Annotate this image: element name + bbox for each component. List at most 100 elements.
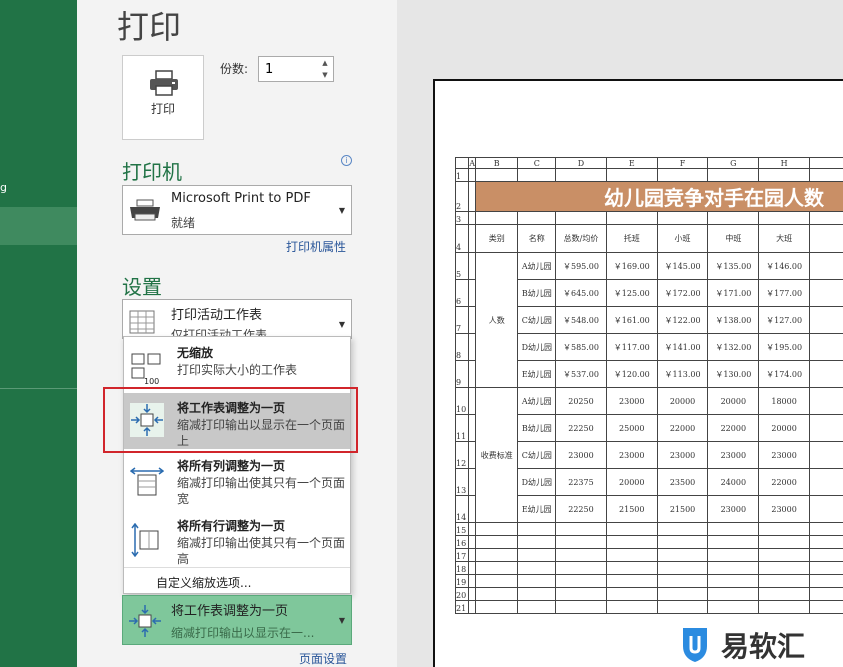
table-cell: 23500 — [656, 468, 709, 496]
no-scaling-icon: 100 — [131, 353, 161, 385]
copies-label: 份数: — [220, 62, 249, 76]
spin-down-icon[interactable]: ▼ — [318, 70, 332, 81]
scaling-option-desc: 缩减打印输出使其只有一个页面宽 — [177, 476, 346, 506]
printer-dropdown[interactable]: Microsoft Print to PDF 就绪 ▼ — [122, 185, 352, 235]
sheet-row: 1 — [454, 168, 843, 182]
blank-cell — [555, 522, 607, 536]
blank-cell — [475, 561, 519, 575]
blank-cell — [656, 561, 709, 575]
fit-rows-icon — [131, 523, 159, 557]
highlight-box — [103, 387, 358, 453]
blank-cell — [656, 168, 709, 182]
table-cell: 21500 — [605, 495, 658, 523]
blank-cell — [809, 561, 843, 575]
blank-cell — [707, 600, 760, 614]
table-cell: ￥177.00 — [758, 279, 810, 307]
column-header-row: A B C D E F G H — [454, 157, 843, 169]
blank-cell — [555, 574, 607, 588]
scaling-option-title: 将所有行调整为一页 — [177, 519, 286, 533]
blank-cell — [605, 211, 658, 225]
table-cell: ￥117.00 — [605, 333, 658, 361]
table-header-cell: 类别 — [475, 224, 519, 253]
settings-heading: 设置 — [122, 275, 162, 299]
table-cell: 22375 — [555, 468, 607, 496]
custom-scaling-options[interactable]: 自定义缩放选项... — [156, 574, 251, 591]
blank-cell — [707, 587, 760, 601]
table-header-cell: 小班 — [656, 224, 709, 253]
blank-cell — [468, 252, 477, 280]
sheet-row: 2 幼儿园竞争对手在园人数 — [454, 181, 843, 212]
blank-cell — [656, 211, 709, 225]
blank-cell — [475, 574, 519, 588]
printer-properties-link[interactable]: 打印机属性 — [286, 238, 346, 255]
table-cell: ￥645.00 — [555, 279, 607, 307]
table-cell: 22250 — [555, 495, 607, 523]
table-cell: B幼儿园 — [517, 279, 557, 307]
blank-cell — [517, 535, 557, 549]
group-label: 人数 — [475, 252, 519, 388]
spin-up-icon[interactable]: ▲ — [318, 58, 332, 69]
blank-cell — [555, 168, 607, 182]
page-setup-link[interactable]: 页面设置 — [299, 650, 347, 667]
table-cell: 20000 — [707, 387, 760, 415]
scaling-dropdown[interactable]: 将工作表调整为一页 缩减打印输出以显示在一... ▼ — [122, 595, 352, 645]
scaling-option-fit-columns[interactable]: 将所有列调整为一页 缩减打印输出使其只有一个页面宽 — [124, 453, 350, 509]
sidebar-item-print-selected[interactable] — [0, 207, 77, 245]
scaling-option-no-scaling[interactable]: 100 无缩放 打印实际大小的工作表 — [124, 339, 350, 387]
blank-cell — [517, 587, 557, 601]
blank-cell — [468, 414, 477, 442]
table-cell: ￥120.00 — [605, 360, 658, 388]
blank-cell — [758, 600, 810, 614]
table-cell: 23000 — [758, 441, 810, 469]
table-cell: C幼儿园 — [517, 306, 557, 334]
blank-cell — [517, 168, 557, 182]
row-header: 20 — [454, 587, 470, 601]
blank-cell — [555, 548, 607, 562]
corner-cell — [454, 157, 470, 169]
blank-cell — [809, 360, 843, 388]
blank-cell — [475, 168, 519, 182]
blank-cell — [468, 587, 477, 601]
preview-sheet: A B C D E F G H 1 2 幼儿园竞争对手在园人数 3 4 类别 名称 总数/均价… — [454, 157, 843, 614]
blank-cell — [809, 333, 843, 361]
column-header: C — [517, 157, 557, 169]
column-header: A — [468, 157, 477, 169]
copies-input[interactable] — [259, 57, 317, 81]
row-header: 7 — [454, 306, 470, 334]
blank-cell — [707, 168, 760, 182]
sidebar-item-partial[interactable]: g — [0, 181, 7, 194]
blank-cell — [758, 168, 810, 182]
blank-cell — [707, 574, 760, 588]
table-cell: 23000 — [605, 441, 658, 469]
table-cell: ￥171.00 — [707, 279, 760, 307]
menu-divider — [124, 567, 350, 568]
scaling-option-fit-rows[interactable]: 将所有行调整为一页 缩减打印输出使其只有一个页面高 — [124, 513, 350, 569]
title-banner: 幼儿园竞争对手在园人数 — [475, 181, 843, 212]
printer-name: Microsoft Print to PDF — [171, 191, 311, 206]
blank-cell — [555, 211, 607, 225]
blank-cell — [517, 211, 557, 225]
blank-cell — [758, 211, 810, 225]
table-cell: ￥537.00 — [555, 360, 607, 388]
blank-cell — [656, 548, 709, 562]
row-header: 16 — [454, 535, 470, 549]
blank-cell — [707, 211, 760, 225]
row-header: 5 — [454, 252, 470, 280]
table-cell: ￥141.00 — [656, 333, 709, 361]
row-header: 6 — [454, 279, 470, 307]
print-button[interactable]: 打印 — [122, 55, 204, 140]
blank-cell — [809, 211, 843, 225]
blank-cell — [468, 168, 477, 182]
row-header: 9 — [454, 360, 470, 388]
row-header: 17 — [454, 548, 470, 562]
row-header: 18 — [454, 561, 470, 575]
sheet-row: 4 类别 名称 总数/均价 托班 小班 中班 大班 — [454, 224, 843, 253]
blank-cell — [475, 587, 519, 601]
table-cell: 22000 — [656, 414, 709, 442]
table-header-cell: 托班 — [605, 224, 658, 253]
print-what-dropdown[interactable]: 打印活动工作表 仅打印活动工作表 ▼ — [122, 299, 352, 339]
blank-cell — [809, 252, 843, 280]
info-icon[interactable]: i — [341, 155, 352, 166]
sheet-row: 5 人数 A幼儿园 ￥595.00 ￥169.00 ￥145.00 ￥135.00 ￥146.… — [454, 252, 843, 388]
blank-cell — [809, 574, 843, 588]
